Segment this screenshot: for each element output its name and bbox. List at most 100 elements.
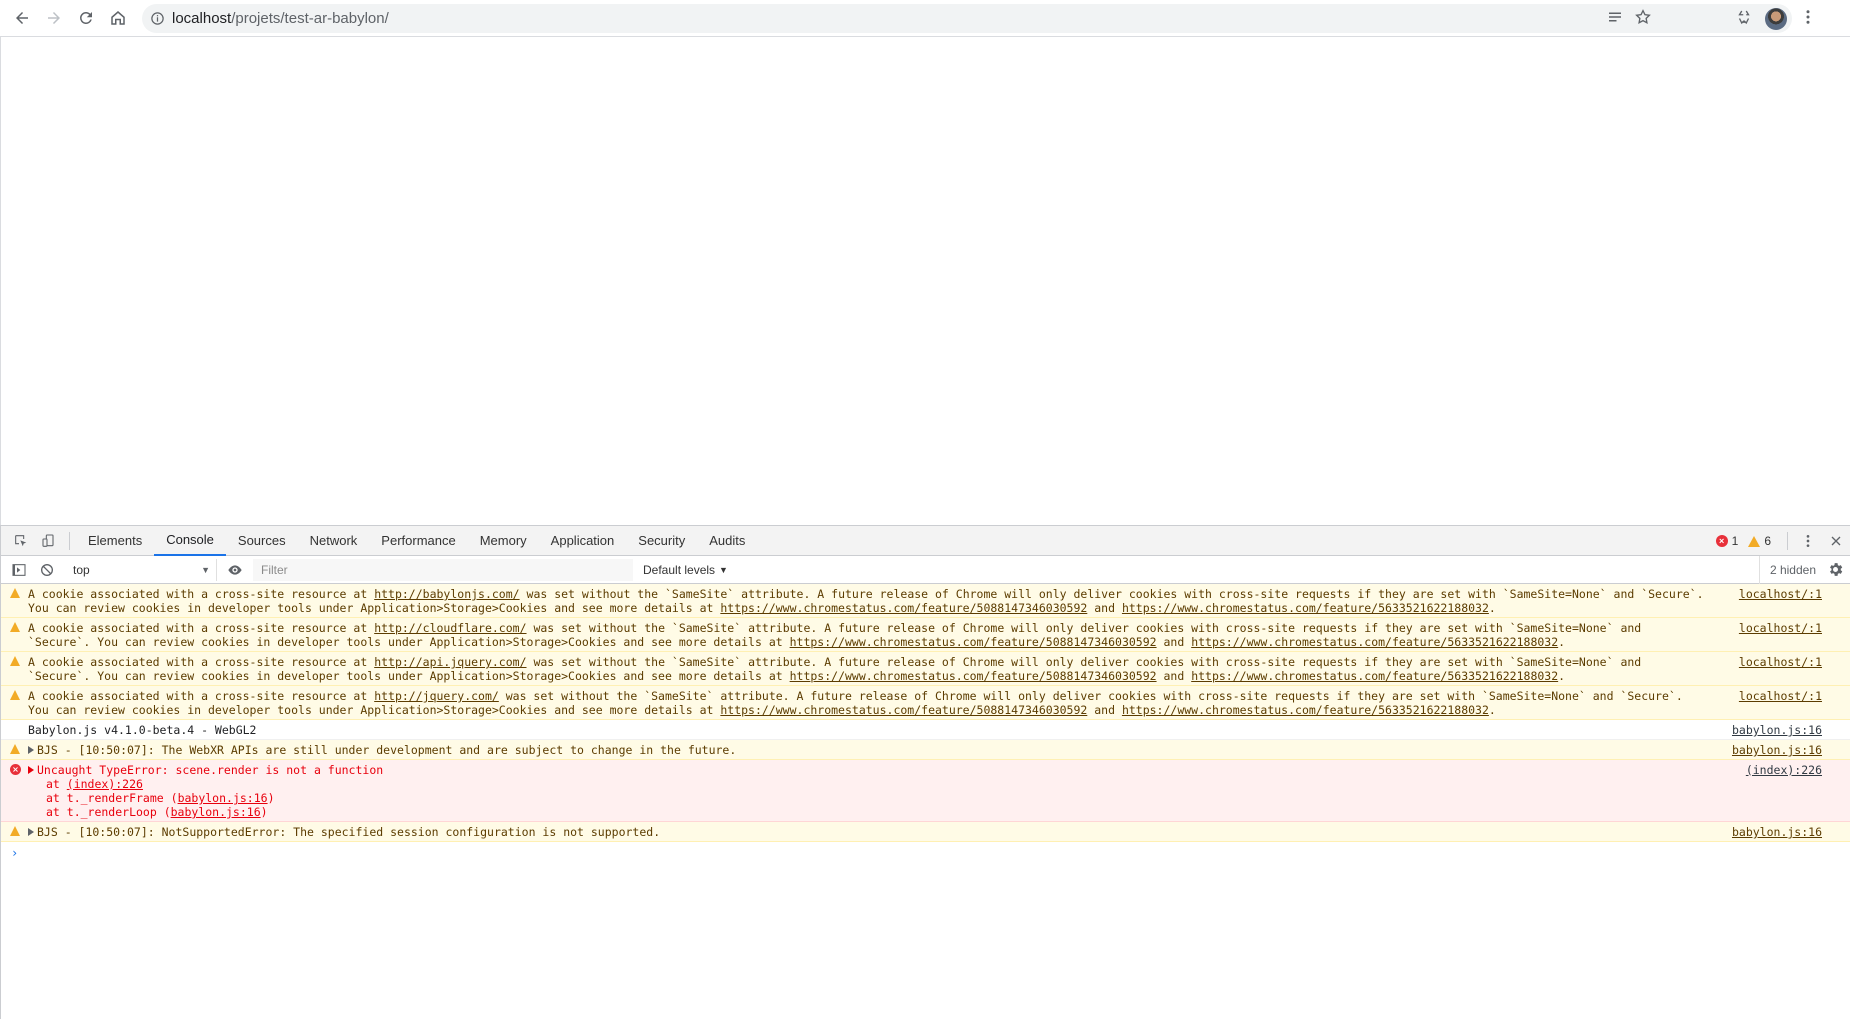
browser-menu-icon[interactable] (1799, 8, 1817, 30)
warning-icon (10, 588, 20, 598)
inspect-element-icon[interactable] (7, 527, 35, 555)
warning-count: 6 (1764, 534, 1771, 548)
warning-icon (10, 690, 20, 700)
tab-application[interactable]: Application (539, 526, 627, 556)
stack-frame-link[interactable]: babylon.js:16 (171, 805, 261, 819)
profile-avatar[interactable] (1765, 7, 1787, 30)
message-source-link[interactable]: babylon.js:16 (1732, 825, 1822, 839)
message-text: . (1558, 669, 1566, 683)
message-link[interactable]: https://www.chromestatus.com/feature/563… (1191, 669, 1558, 683)
console-info-message: Babylon.js v4.1.0-beta.4 - WebGL2 babylo… (1, 720, 1850, 740)
stack-frame: at t._renderLoop (babylon.js:16) (46, 805, 268, 819)
message-text: and (1156, 635, 1192, 649)
home-button[interactable] (102, 2, 134, 34)
message-source-link[interactable]: (index):226 (1746, 763, 1822, 777)
live-expression-eye-icon[interactable] (221, 556, 249, 584)
site-info-icon[interactable] (142, 11, 172, 26)
tab-network[interactable]: Network (298, 526, 370, 556)
prompt-chevron-icon: › (11, 846, 19, 860)
tab-performance[interactable]: Performance (369, 526, 467, 556)
console-warning-message: A cookie associated with a cross-site re… (1, 652, 1850, 686)
message-link[interactable]: http://api.jquery.com/ (374, 655, 526, 669)
extension-recycle-icon[interactable] (1735, 8, 1753, 30)
devtools-menu-icon[interactable] (1794, 527, 1822, 555)
error-icon: × (10, 764, 21, 775)
arrow-right-icon (48, 12, 60, 24)
message-link[interactable]: http://jquery.com/ (374, 689, 499, 703)
message-link[interactable]: https://www.chromestatus.com/feature/508… (790, 669, 1157, 683)
message-link[interactable]: http://cloudflare.com/ (374, 621, 526, 635)
warning-icon (10, 744, 20, 754)
tab-console[interactable]: Console (154, 526, 226, 556)
expand-triangle-icon[interactable] (28, 766, 34, 774)
stack-trace: at (index):226 at t._renderFrame (babylo… (28, 777, 1710, 819)
message-link[interactable]: https://www.chromestatus.com/feature/508… (790, 635, 1157, 649)
address-bar[interactable]: localhost/projets/test-ar-babylon/ (142, 4, 1792, 33)
stack-frame: at (index):226 (46, 777, 143, 791)
tab-audits[interactable]: Audits (697, 526, 757, 556)
stack-frame-text: at t._renderLoop ( (46, 805, 171, 819)
console-error-message[interactable]: × Uncaught TypeError: scene.render is no… (1, 760, 1850, 822)
bookmark-star-icon[interactable] (1634, 8, 1652, 30)
error-count: 1 (1731, 534, 1739, 548)
page-viewport[interactable] (0, 37, 1850, 525)
message-source-link[interactable]: babylon.js:16 (1732, 723, 1822, 737)
message-link[interactable]: https://www.chromestatus.com/feature/508… (720, 601, 1087, 615)
toolbar-divider (69, 531, 70, 550)
message-link[interactable]: https://www.chromestatus.com/feature/563… (1191, 635, 1558, 649)
chevron-down-icon: ▼ (201, 564, 210, 575)
context-select[interactable]: top ▼ (67, 558, 217, 581)
message-text: Babylon.js v4.1.0-beta.4 - WebGL2 (28, 723, 257, 737)
tab-memory[interactable]: Memory (468, 526, 539, 556)
expand-triangle-icon[interactable] (28, 746, 34, 754)
message-source-link[interactable]: localhost/:1 (1739, 689, 1822, 703)
message-source-link[interactable]: babylon.js:16 (1732, 743, 1822, 757)
error-icon: × (1715, 535, 1728, 547)
message-link[interactable]: http://babylonjs.com/ (374, 587, 519, 601)
console-warning-message[interactable]: BJS - [10:50:07]: NotSupportedError: The… (1, 822, 1850, 842)
stack-frame: at t._renderFrame (babylon.js:16) (46, 791, 275, 805)
console-warning-message: A cookie associated with a cross-site re… (1, 686, 1850, 720)
tab-security[interactable]: Security (626, 526, 697, 556)
message-source-link[interactable]: localhost/:1 (1739, 621, 1822, 635)
message-source-link[interactable]: localhost/:1 (1739, 655, 1822, 669)
reader-mode-icon[interactable] (1606, 8, 1624, 30)
message-text: BJS - [10:50:07]: NotSupportedError: The… (37, 825, 661, 839)
stack-frame-text: ) (267, 791, 275, 805)
context-value: top (73, 562, 90, 577)
console-settings-gear-icon[interactable] (1827, 561, 1844, 582)
message-link[interactable]: https://www.chromestatus.com/feature/508… (720, 703, 1087, 717)
device-toolbar-icon[interactable] (35, 527, 63, 555)
show-sidebar-icon[interactable] (5, 556, 33, 584)
clear-console-icon[interactable] (33, 556, 61, 584)
console-warning-message[interactable]: BJS - [10:50:07]: The WebXR APIs are sti… (1, 740, 1850, 760)
stack-frame-text: at t._renderFrame ( (46, 791, 178, 805)
forward-button[interactable] (38, 2, 70, 34)
message-link[interactable]: https://www.chromestatus.com/feature/563… (1122, 601, 1489, 615)
back-button[interactable] (6, 2, 38, 34)
issue-counter[interactable]: × 1 6 (1715, 534, 1771, 548)
message-text: A cookie associated with a cross-site re… (28, 621, 375, 635)
message-link[interactable]: https://www.chromestatus.com/feature/563… (1122, 703, 1489, 717)
console-warning-message: A cookie associated with a cross-site re… (1, 618, 1850, 652)
stack-frame-link[interactable]: (index):226 (67, 777, 143, 791)
tab-elements[interactable]: Elements (76, 526, 154, 556)
stack-frame-text: ) (260, 805, 268, 819)
expand-triangle-icon[interactable] (28, 828, 34, 836)
reload-button[interactable] (70, 2, 102, 34)
url-text[interactable]: localhost/projets/test-ar-babylon/ (172, 10, 389, 27)
tab-sources[interactable]: Sources (226, 526, 298, 556)
warning-icon (10, 656, 20, 666)
devtools-panel: Elements Console Sources Network Perform… (0, 525, 1850, 1019)
log-levels-dropdown[interactable]: Default levels ▼ (643, 563, 728, 577)
message-text: . (1488, 703, 1496, 717)
stack-frame-link[interactable]: babylon.js:16 (178, 791, 268, 805)
close-devtools-icon[interactable] (1822, 527, 1850, 555)
filter-input[interactable] (253, 558, 633, 581)
message-source-link[interactable]: localhost/:1 (1739, 587, 1822, 601)
chevron-down-icon: ▼ (719, 564, 728, 575)
warning-icon (1748, 535, 1761, 547)
home-icon (111, 11, 125, 25)
console-prompt-input[interactable]: › (1, 842, 1850, 864)
message-text: and (1156, 669, 1192, 683)
